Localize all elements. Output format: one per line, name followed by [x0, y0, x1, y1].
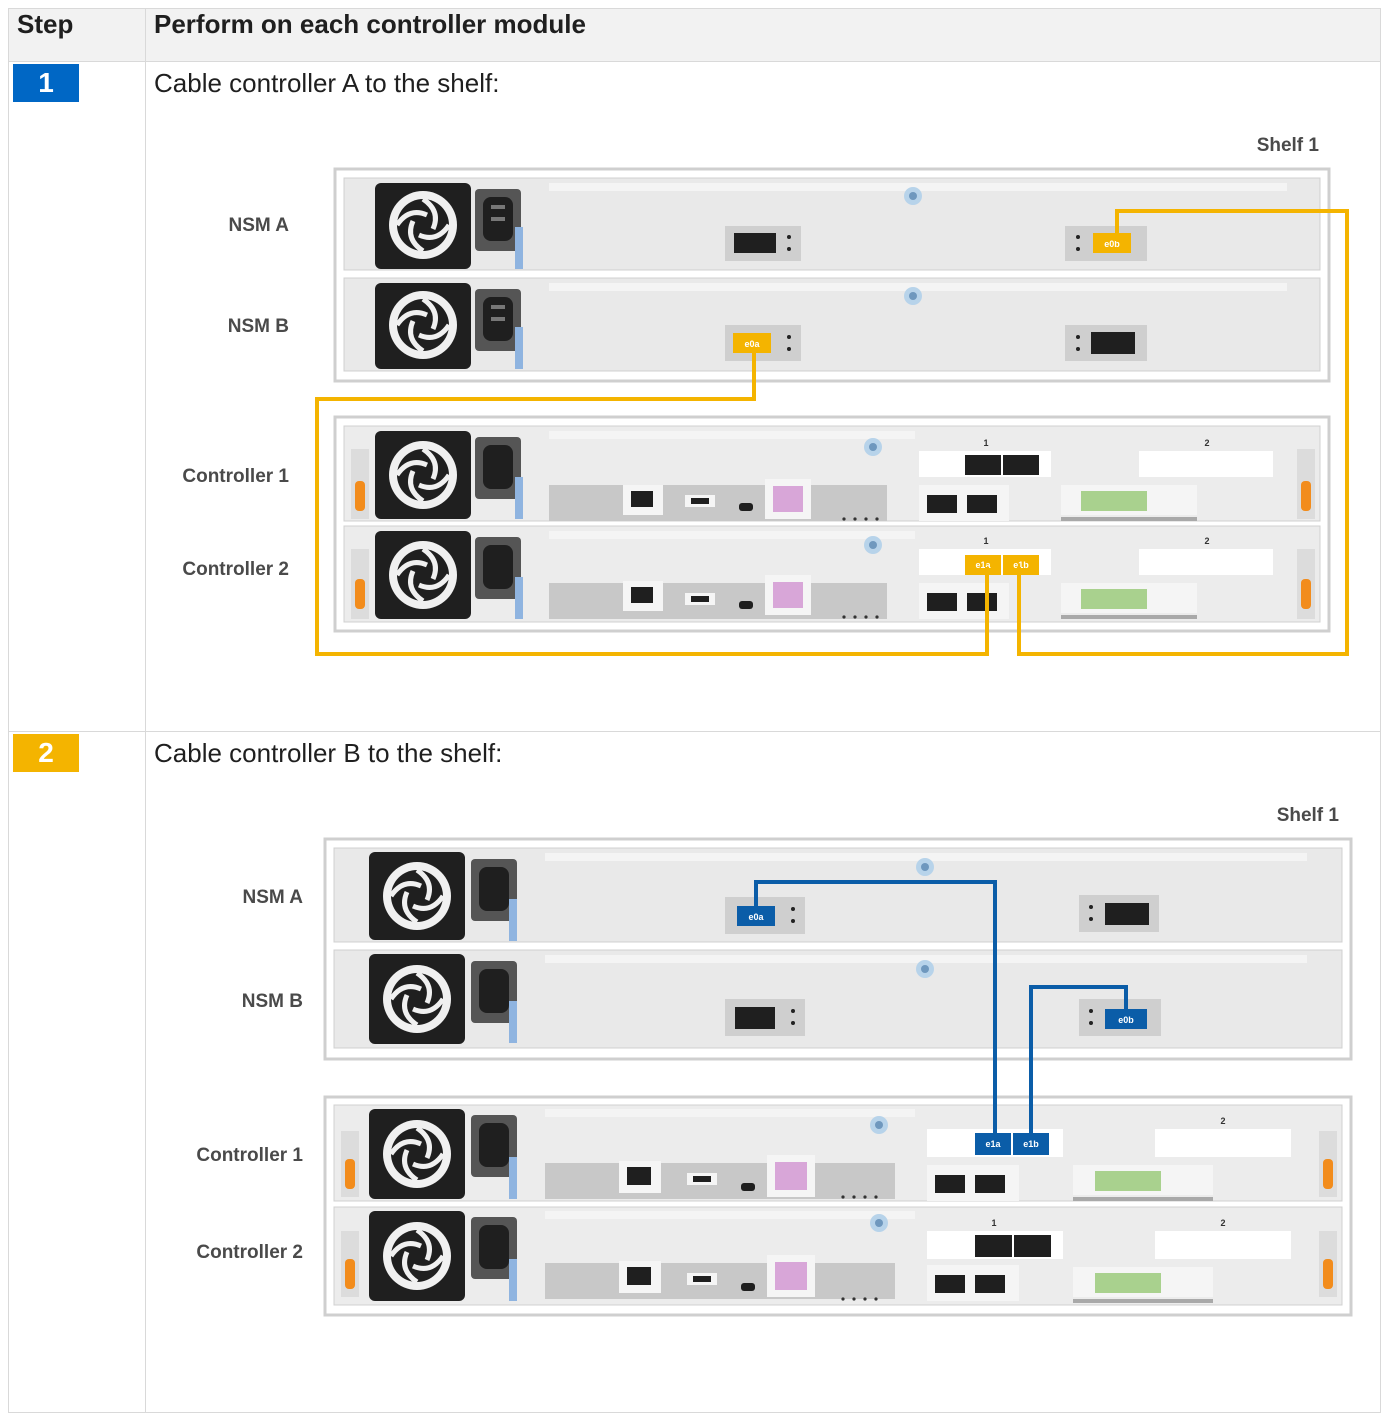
nsm-b-module: e0b	[333, 949, 1343, 1049]
nsm-a-label: NSM A	[228, 215, 289, 236]
slot-label-1: 1	[983, 438, 988, 448]
slot-label-2: 2	[1220, 1218, 1225, 1228]
slot-label-2: 2	[1220, 1116, 1225, 1126]
fan-icon	[375, 431, 471, 519]
fan-icon	[369, 1109, 465, 1199]
step-badge-1: 1	[13, 64, 79, 102]
nsm-b-label: NSM B	[228, 316, 289, 337]
controller-2-module: 1 2	[333, 1206, 1343, 1306]
slot-label-2: 2	[1204, 536, 1209, 546]
step-badge-2: 2	[13, 734, 79, 772]
port-label-e0a: e0a	[748, 912, 764, 922]
header-step: Step	[8, 8, 146, 62]
shelf-label: Shelf 1	[1257, 135, 1320, 156]
nsm-b-module: e0a	[343, 277, 1321, 372]
port-label-e1b: e1b	[1023, 1139, 1039, 1149]
cabling-diagram-1: e0b e0a 1 2 1 2 e1a e1b Shelf 1 NSM A NS…	[182, 135, 1349, 656]
slot-label-1: 1	[983, 536, 988, 546]
controller-1-label: Controller 1	[182, 466, 289, 487]
step-content-1: Cable controller A to the shelf: e0b e0a…	[145, 61, 1381, 732]
controller-1-label: Controller 1	[196, 1145, 303, 1166]
port-label-e1a: e1a	[975, 560, 991, 570]
controller-2-module: 1 2 e1a e1b	[343, 525, 1321, 623]
table-row-step-1: 1 Cable controller A to the shelf: e0b e…	[8, 61, 1381, 732]
header-action: Perform on each controller module	[145, 8, 1381, 62]
controller-2-label: Controller 2	[196, 1242, 303, 1263]
fan-icon	[375, 283, 471, 369]
table-header-row: Step Perform on each controller module	[8, 8, 1381, 62]
port-label-e1b: e1b	[1013, 560, 1029, 570]
slot-label-2: 2	[1204, 438, 1209, 448]
fan-icon	[375, 531, 471, 619]
controller-1-module: 1 2	[343, 425, 1321, 522]
port-label-e0a: e0a	[744, 339, 760, 349]
nsm-a-label: NSM A	[242, 887, 303, 908]
step-cell-2: 2	[8, 731, 146, 1413]
cabling-diagram-2: e0a e0b 2 e1a e1b 1 2 Shelf 1 NSM A NSM …	[196, 805, 1353, 1317]
controller-1-module: 2 e1a e1b	[333, 1104, 1343, 1202]
port-label-e1a: e1a	[985, 1139, 1001, 1149]
port-label-e0b: e0b	[1118, 1015, 1134, 1025]
steps-table: Step Perform on each controller module 1…	[8, 8, 1381, 1413]
nsm-b-label: NSM B	[242, 991, 303, 1012]
shelf-label: Shelf 1	[1277, 805, 1340, 826]
step-content-2: Cable controller B to the shelf: e0a e0b…	[145, 731, 1381, 1413]
nsm-a-module: e0b	[343, 177, 1321, 271]
controller-2-label: Controller 2	[182, 559, 289, 580]
slot-label-1: 1	[991, 1218, 996, 1228]
nsm-a-module: e0a	[333, 847, 1343, 943]
fan-icon	[375, 183, 471, 269]
table-row-step-2: 2 Cable controller B to the shelf: e0a e…	[8, 731, 1381, 1413]
fan-icon	[369, 852, 465, 940]
fan-icon	[369, 954, 465, 1044]
step-cell-1: 1	[8, 61, 146, 732]
fan-icon	[369, 1211, 465, 1301]
